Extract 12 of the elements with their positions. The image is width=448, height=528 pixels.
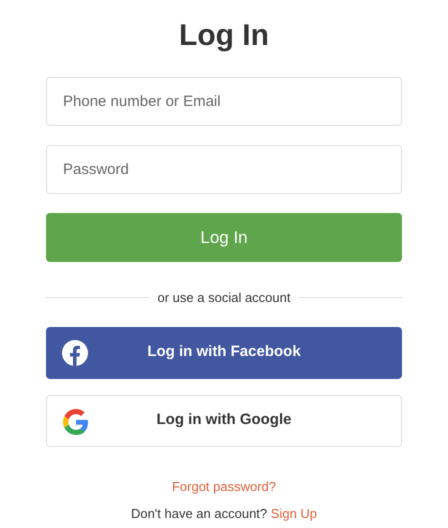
forgot-password-link[interactable]: Forgot password? <box>172 476 276 496</box>
login-button[interactable]: Log In <box>46 213 402 262</box>
signup-link[interactable]: Sign Up <box>270 506 318 521</box>
facebook-icon <box>62 340 88 366</box>
page-title: Log In <box>179 18 269 54</box>
google-login-button[interactable]: Log in with Google <box>46 394 402 446</box>
input-field[interactable]: Phone number or Email <box>46 77 402 126</box>
facebook-login-button[interactable]: Log in with Facebook <box>46 326 402 378</box>
signup-prompt: Don't have an account? Sign Up <box>130 505 318 523</box>
divider-label: or use a social account <box>158 289 290 307</box>
input-field[interactable]: Password <box>46 145 402 194</box>
google-icon <box>63 408 89 434</box>
